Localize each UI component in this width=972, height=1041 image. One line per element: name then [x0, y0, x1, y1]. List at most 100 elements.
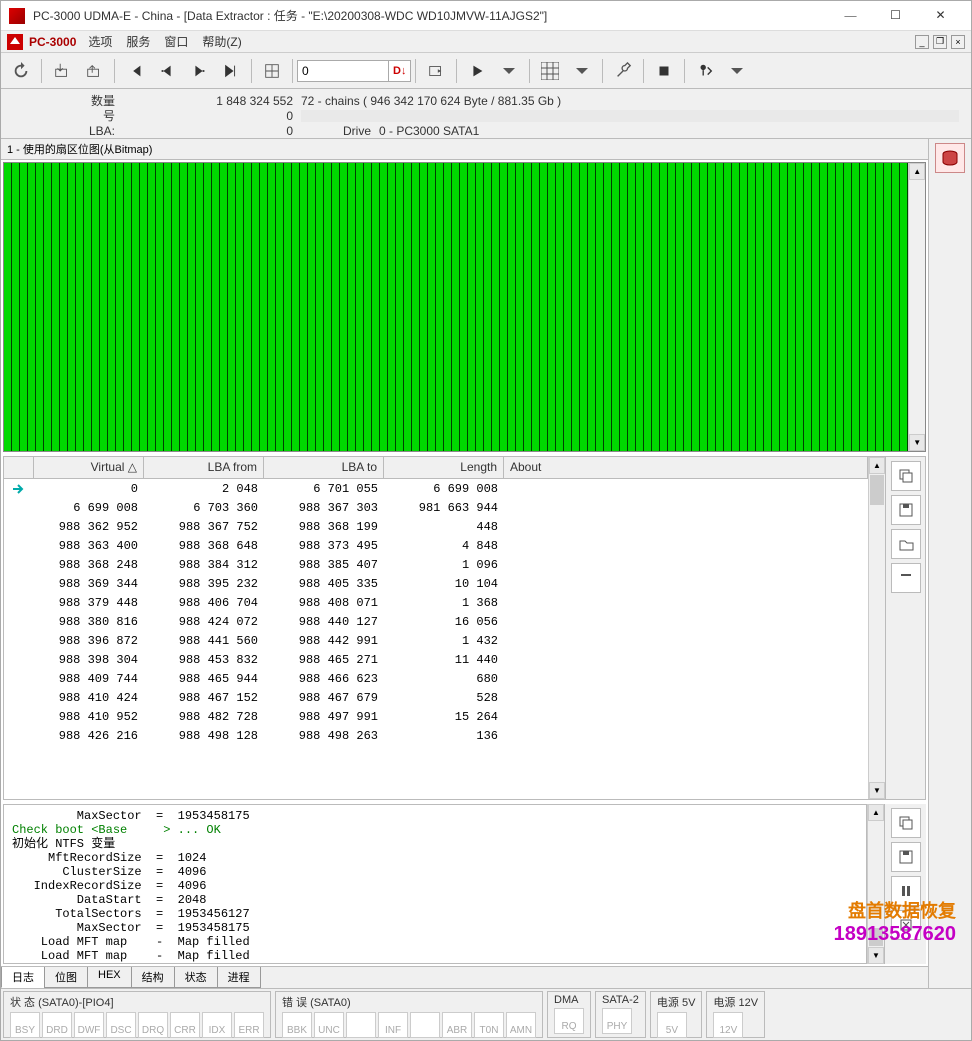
log-line: 初始化 NTFS 变量 — [12, 837, 858, 851]
position-input[interactable] — [297, 60, 389, 82]
log-line: Load MFT map - Map filled — [12, 949, 858, 963]
menu-help[interactable]: 帮助(Z) — [202, 33, 241, 50]
exit-dropdown-button[interactable] — [723, 57, 751, 85]
import-button[interactable] — [48, 57, 76, 85]
table-scroll-down[interactable]: ▼ — [869, 782, 885, 799]
status-box: 5V — [657, 1012, 687, 1038]
info-lba-label: LBA: — [13, 124, 123, 138]
table-cell: 988 498 263 — [264, 729, 384, 743]
table-row[interactable]: 988 410 952988 482 728988 497 99115 264 — [4, 707, 868, 726]
tab-structure[interactable]: 结构 — [131, 967, 175, 988]
log-scroll-down[interactable]: ▼ — [868, 947, 884, 964]
log-tool-copy[interactable] — [891, 808, 921, 838]
play-button[interactable] — [463, 57, 491, 85]
mdi-restore-button[interactable]: ❐ — [933, 35, 947, 49]
status-box: ABR — [442, 1012, 472, 1038]
table-row[interactable]: 6 699 0086 703 360988 367 303981 663 944 — [4, 498, 868, 517]
status-box: INF — [378, 1012, 408, 1038]
grid-dropdown-button[interactable] — [568, 57, 596, 85]
refresh-button[interactable] — [7, 57, 35, 85]
tab-log[interactable]: 日志 — [1, 967, 45, 988]
log-line: Check boot <Base > ... OK — [12, 823, 858, 837]
status-group-label: 状 态 (SATA0)-[PIO4] — [10, 994, 264, 1010]
table-scroll-up[interactable]: ▲ — [869, 457, 885, 474]
bitmap-view[interactable]: ▲ ▼ — [3, 162, 926, 452]
tools-button[interactable] — [609, 57, 637, 85]
table-row[interactable]: 988 398 304988 453 832988 465 27111 440 — [4, 650, 868, 669]
table-row[interactable]: 988 410 424988 467 152988 467 679528 — [4, 688, 868, 707]
mdi-minimize-button[interactable]: _ — [915, 35, 929, 49]
table-tool-copy[interactable] — [891, 461, 921, 491]
table-cell: 988 368 648 — [144, 539, 264, 553]
tab-process[interactable]: 进程 — [217, 967, 261, 988]
menubar-icon — [7, 34, 23, 50]
log-tool-pause[interactable] — [891, 876, 921, 906]
table-row[interactable]: 988 379 448988 406 704988 408 0711 368 — [4, 593, 868, 612]
scroll-up-button[interactable]: ▲ — [909, 163, 925, 180]
menu-services[interactable]: 服务 — [126, 33, 150, 50]
tab-bitmap[interactable]: 位图 — [44, 967, 88, 988]
col-virtual[interactable]: Virtual △ — [34, 457, 144, 478]
right-tool-disk[interactable] — [935, 143, 965, 173]
col-lba-to[interactable]: LBA to — [264, 457, 384, 478]
table-row[interactable]: 988 363 400988 368 648988 373 4954 848 — [4, 536, 868, 555]
table-cell: 988 467 679 — [264, 691, 384, 705]
info-qty-value: 1 848 324 552 — [123, 94, 293, 108]
col-length[interactable]: Length — [384, 457, 504, 478]
nav-next-button[interactable] — [185, 57, 213, 85]
info-num-value: 0 — [123, 109, 293, 123]
status-box: IDX — [202, 1012, 232, 1038]
table-row[interactable]: 988 409 744988 465 944988 466 623680 — [4, 669, 868, 688]
table-row[interactable]: 988 396 872988 441 560988 442 9911 432 — [4, 631, 868, 650]
table-row[interactable]: 988 369 344988 395 232988 405 33510 104 — [4, 574, 868, 593]
mdi-close-button[interactable]: × — [951, 35, 965, 49]
table-cell: 10 104 — [384, 577, 504, 591]
log-scroll-thumb[interactable] — [869, 928, 883, 946]
goto-button[interactable] — [422, 57, 450, 85]
log-tool-clear[interactable] — [891, 910, 921, 940]
table-row[interactable]: 988 368 248988 384 312988 385 4071 096 — [4, 555, 868, 574]
tab-hex[interactable]: HEX — [87, 967, 132, 988]
col-about[interactable]: About — [504, 457, 868, 478]
grid-view-button[interactable] — [536, 57, 564, 85]
tab-status[interactable]: 状态 — [174, 967, 218, 988]
log-text[interactable]: MaxSector = 1953458175Check boot <Base >… — [4, 805, 866, 963]
table-body[interactable]: 02 0486 701 0556 699 0086 699 0086 703 3… — [4, 479, 868, 799]
status-group: 状 态 (SATA0)-[PIO4]BSYDRDDWFDSCDRQCRRIDXE… — [3, 991, 271, 1038]
window-title: PC-3000 UDMA-E - China - [Data Extractor… — [33, 7, 828, 24]
table-tool-save[interactable] — [891, 495, 921, 525]
bitmap-scrollbar[interactable]: ▲ ▼ — [908, 163, 925, 451]
scroll-down-button[interactable]: ▼ — [909, 434, 925, 451]
table-row[interactable]: 988 380 816988 424 072988 440 12716 056 — [4, 612, 868, 631]
toolbar: D↓ — [1, 53, 971, 89]
log-line: ClusterSize = 4096 — [12, 865, 858, 879]
nav-last-button[interactable] — [217, 57, 245, 85]
table-row[interactable]: 988 362 952988 367 752988 368 199448 — [4, 517, 868, 536]
export-button[interactable] — [80, 57, 108, 85]
table-cell: 528 — [384, 691, 504, 705]
table-cell: 988 396 872 — [34, 634, 144, 648]
table-tool-open[interactable] — [891, 529, 921, 559]
close-button[interactable]: ✕ — [918, 2, 963, 30]
menu-options[interactable]: 选项 — [88, 33, 112, 50]
table-scroll-thumb[interactable] — [870, 475, 884, 505]
table-row[interactable]: 02 0486 701 0556 699 008 — [4, 479, 868, 498]
maximize-button[interactable]: ☐ — [873, 2, 918, 30]
play-dropdown-button[interactable] — [495, 57, 523, 85]
table-tool-delete[interactable] — [891, 563, 921, 593]
nav-prev-button[interactable] — [153, 57, 181, 85]
minimize-button[interactable]: — — [828, 2, 873, 30]
table-cell: 981 663 944 — [384, 501, 504, 515]
table-row[interactable]: 988 426 216988 498 128988 498 263136 — [4, 726, 868, 745]
log-scroll-up[interactable]: ▲ — [868, 804, 884, 821]
col-lba-from[interactable]: LBA from — [144, 457, 264, 478]
nav-first-button[interactable] — [121, 57, 149, 85]
table-cell: 988 442 991 — [264, 634, 384, 648]
grid-toggle-button[interactable] — [258, 57, 286, 85]
table-scrollbar[interactable]: ▲ ▼ — [868, 457, 885, 799]
exit-button[interactable] — [691, 57, 719, 85]
menu-window[interactable]: 窗口 — [164, 33, 188, 50]
log-tool-save[interactable] — [891, 842, 921, 872]
log-scrollbar[interactable]: ▲ ▼ — [867, 804, 884, 964]
stop-button[interactable] — [650, 57, 678, 85]
